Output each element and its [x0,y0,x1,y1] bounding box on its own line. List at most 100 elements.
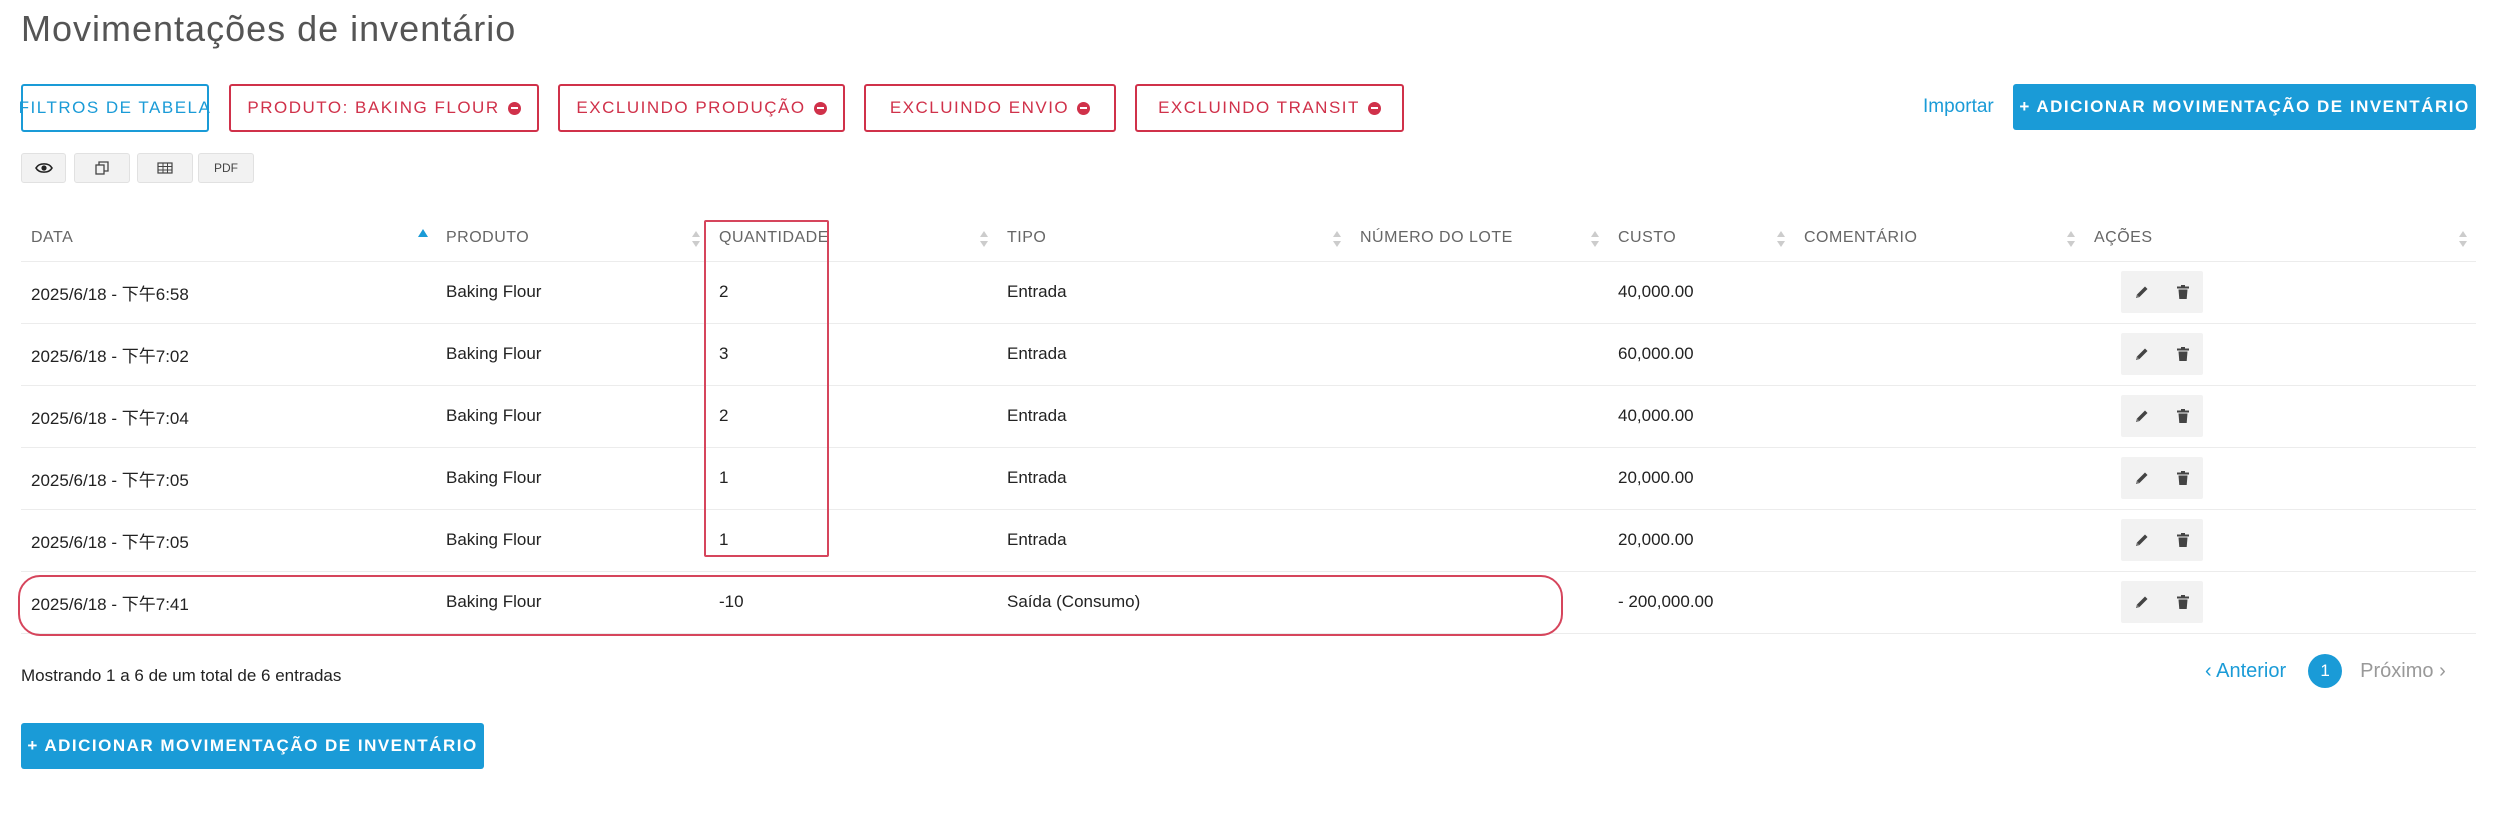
cell-cost: 20,000.00 [1608,447,1794,510]
cell-lot-number [1350,323,1608,386]
cell-type: Entrada [997,447,1350,510]
pencil-icon [2135,534,2147,546]
filter-chip-product[interactable]: PRODUTO: BAKING FLOUR [229,84,539,132]
copy-button[interactable] [74,153,130,183]
table-row: 2025/6/18 - 下午7:41 Baking Flour -10 Saída (… [21,571,2476,634]
cell-product: Baking Flour [436,509,709,572]
row-actions [2121,581,2203,623]
column-header-comment[interactable]: COMENTÁRIO [1794,216,2084,262]
cell-lot-number [1350,509,1608,572]
sort-icon [692,231,701,247]
cell-quantity: 2 [709,385,997,448]
add-inventory-movement-button[interactable]: + ADICIONAR MOVIMENTAÇÃO DE INVENTÁRIO [2013,84,2476,130]
remove-filter-icon[interactable] [507,101,521,115]
remove-filter-icon[interactable] [1077,101,1091,115]
cell-date: 2025/6/18 - 下午7:04 [21,385,436,448]
pagination: ‹ Anterior 1 Próximo › [2205,653,2446,689]
previous-page-button[interactable]: ‹ Anterior [2205,660,2286,683]
cell-comment [1794,385,2084,448]
eye-icon [34,163,53,173]
column-header-label: PRODUTO [446,229,530,247]
delete-button[interactable] [2170,341,2196,367]
column-header-date[interactable]: DATA [21,216,436,262]
trash-icon [2176,533,2189,547]
filter-chip-label: EXCLUINDO PRODUÇÃO [576,98,806,117]
delete-button[interactable] [2170,589,2196,615]
cell-quantity: 2 [709,261,997,324]
cell-lot-number [1350,447,1608,510]
next-page-button[interactable]: Próximo › [2360,660,2446,683]
trash-icon [2176,285,2189,299]
column-visibility-button[interactable] [21,153,66,183]
cell-cost: 60,000.00 [1608,323,1794,386]
cell-comment [1794,261,2084,324]
filter-chip-excluding-shipping[interactable]: EXCLUINDO ENVIO [864,84,1116,132]
column-header-label: QUANTIDADE [719,229,829,247]
filter-chip-label: EXCLUINDO TRANSIT [1158,98,1360,117]
cell-product: Baking Flour [436,323,709,386]
cell-product: Baking Flour [436,447,709,510]
row-actions [2121,519,2203,561]
pdf-export-button[interactable]: PDF [198,153,254,183]
edit-button[interactable] [2129,589,2155,615]
row-actions [2121,457,2203,499]
inventory-movements-table: DATA PRODUTO QUANTIDADE TIPO NÚMERO DO L… [21,216,2476,634]
copy-icon [95,161,109,175]
pencil-icon [2135,348,2147,360]
cell-quantity: -10 [709,571,997,634]
column-header-actions[interactable]: AÇÕES [2084,216,2476,262]
cell-actions [2084,261,2476,324]
cell-comment [1794,447,2084,510]
sort-icon [2067,231,2076,247]
cell-date: 2025/6/18 - 下午7:02 [21,323,436,386]
current-page-button[interactable]: 1 [2308,654,2343,688]
table-row: 2025/6/18 - 下午7:04 Baking Flour 2 Entrada 40… [21,385,2476,448]
row-actions [2121,333,2203,375]
edit-button[interactable] [2129,403,2155,429]
cell-comment [1794,571,2084,634]
column-header-quantity[interactable]: QUANTIDADE [709,216,997,262]
delete-button[interactable] [2170,527,2196,553]
cell-product: Baking Flour [436,571,709,634]
cell-quantity: 3 [709,323,997,386]
cell-date: 2025/6/18 - 下午7:41 [21,571,436,634]
add-inventory-movement-button-bottom[interactable]: + ADICIONAR MOVIMENTAÇÃO DE INVENTÁRIO [21,723,484,769]
column-header-label: COMENTÁRIO [1804,229,1918,247]
column-header-lot-number[interactable]: NÚMERO DO LOTE [1350,216,1608,262]
delete-button[interactable] [2170,465,2196,491]
cell-cost: 20,000.00 [1608,509,1794,572]
cell-date: 2025/6/18 - 下午6:58 [21,261,436,324]
delete-button[interactable] [2170,279,2196,305]
column-header-product[interactable]: PRODUTO [436,216,709,262]
column-header-cost[interactable]: CUSTO [1608,216,1794,262]
remove-filter-icon[interactable] [1367,101,1381,115]
excel-export-button[interactable] [137,153,193,183]
column-header-label: TIPO [1007,229,1047,247]
cell-actions [2084,509,2476,572]
remove-filter-icon[interactable] [813,101,827,115]
edit-button[interactable] [2129,465,2155,491]
cell-type: Entrada [997,385,1350,448]
sort-icon [2459,231,2468,247]
delete-button[interactable] [2170,403,2196,429]
filter-chip-excluding-production[interactable]: EXCLUINDO PRODUÇÃO [558,84,845,132]
column-header-label: AÇÕES [2094,229,2153,247]
table-filters-button[interactable]: FILTROS DE TABELA [19,84,210,132]
edit-button[interactable] [2129,279,2155,305]
cell-type: Entrada [997,261,1350,324]
sort-icon [1591,231,1600,247]
column-header-type[interactable]: TIPO [997,216,1350,262]
pencil-icon [2135,596,2147,608]
edit-button[interactable] [2129,527,2155,553]
sort-icon [980,231,989,247]
cell-date: 2025/6/18 - 下午7:05 [21,447,436,510]
cell-cost: 40,000.00 [1608,385,1794,448]
import-link[interactable]: Importar [1923,96,1994,118]
cell-date: 2025/6/18 - 下午7:05 [21,509,436,572]
edit-button[interactable] [2129,341,2155,367]
sort-icon [1333,231,1342,247]
sort-icon [1777,231,1786,247]
filter-chip-excluding-transit[interactable]: EXCLUINDO TRANSIT [1135,84,1404,132]
sort-ascending-icon [418,229,428,237]
filter-chip-label: PRODUTO: BAKING FLOUR [247,98,500,117]
